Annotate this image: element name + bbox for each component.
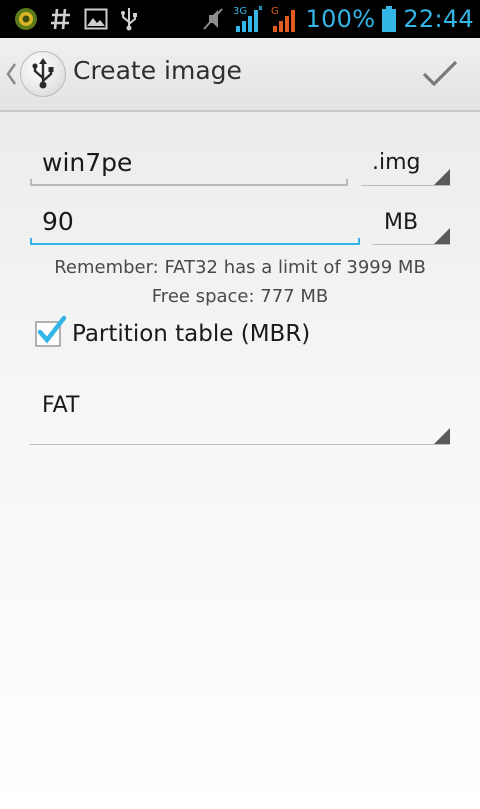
spinner-arrow-icon	[434, 169, 450, 185]
extension-value: .img	[372, 150, 421, 175]
usb-icon	[120, 7, 138, 31]
action-bar: Create image	[0, 38, 480, 112]
partition-table-checkbox[interactable]	[35, 315, 67, 347]
checkmark-icon	[422, 60, 458, 87]
done-button[interactable]	[410, 38, 480, 110]
mute-icon	[200, 6, 226, 32]
notification-app-icon	[14, 7, 38, 31]
size-value[interactable]: 90	[42, 207, 74, 236]
unit-value: MB	[384, 210, 419, 235]
spinner-arrow-icon	[434, 428, 450, 444]
spinner-arrow-icon	[434, 228, 450, 244]
partition-table-label[interactable]: Partition table (MBR)	[72, 321, 310, 347]
network-3g-text: 3G	[233, 6, 247, 17]
filesystem-value: FAT	[42, 393, 80, 418]
up-caret-icon[interactable]	[4, 60, 18, 92]
free-space-note: Free space: 777 MB	[151, 286, 329, 307]
status-bar: 3G G 100% 22:44	[0, 0, 480, 38]
fat32-limit-note: Remember: FAT32 has a limit of 3999 MB	[54, 257, 426, 278]
page-title: Create image	[73, 56, 242, 85]
image-icon	[84, 8, 108, 30]
battery-icon	[381, 5, 397, 33]
battery-percent: 100%	[305, 5, 376, 33]
signal-g-icon: G	[270, 4, 300, 34]
app-usb-icon[interactable]	[20, 51, 66, 97]
filename-value[interactable]: win7pe	[42, 148, 132, 177]
hash-icon	[50, 7, 72, 31]
network-g-text: G	[271, 6, 279, 17]
signal-3g-icon: 3G	[232, 4, 264, 34]
clock: 22:44	[403, 5, 474, 33]
